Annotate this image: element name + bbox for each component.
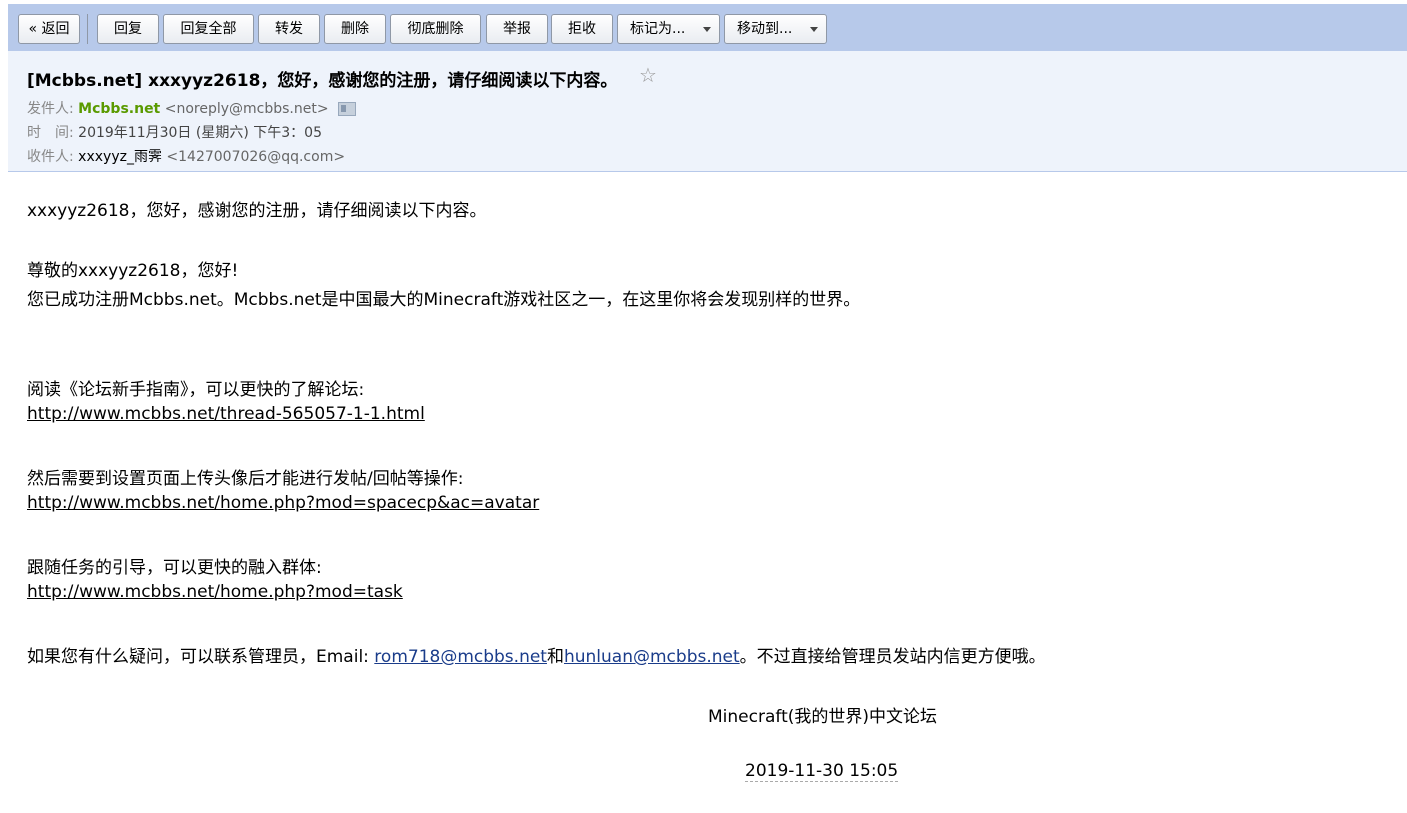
star-icon[interactable]: ☆ xyxy=(639,63,657,87)
welcome-text: 您已成功注册Mcbbs.net。Mcbbs.net是中国最大的Minecraft… xyxy=(27,290,861,310)
task-link-row: http://www.mcbbs.net/home.php?mod=task xyxy=(27,582,403,602)
chevron-down-icon xyxy=(703,27,711,32)
back-button[interactable]: « 返回 xyxy=(18,14,80,44)
signature-date: 2019-11-30 15:05 xyxy=(745,761,899,782)
from-label: 发件人: xyxy=(27,101,74,117)
reply-button[interactable]: 回复 xyxy=(97,14,159,44)
mail-toolbar: « 返回 回复 回复全部 转发 删除 彻底删除 举报 拒收 标记为... 移动到… xyxy=(8,4,1407,51)
to-label: 收件人: xyxy=(27,149,74,165)
time-row: 时 间: 2019年11月30日 (星期六) 下午3：05 xyxy=(27,122,322,142)
time-label: 时 间: xyxy=(27,125,74,141)
signature: Minecraft(我的世界)中文论坛 xyxy=(708,707,937,727)
contact-prefix: 如果您有什么疑问，可以联系管理员，Email: xyxy=(27,647,375,667)
mark-as-label: 标记为... xyxy=(630,21,686,37)
recipient-name[interactable]: xxxyyz_雨霁 xyxy=(78,149,162,165)
intro-text: xxxyyz2618，您好，感谢您的注册，请仔细阅读以下内容。 xyxy=(27,201,487,221)
avatar-link[interactable]: http://www.mcbbs.net/home.php?mod=spacec… xyxy=(27,493,539,513)
contact-and: 和 xyxy=(546,647,564,667)
report-button[interactable]: 举报 xyxy=(486,14,548,44)
recipient-address: <1427007026@qq.com> xyxy=(166,149,346,165)
delete-forever-button[interactable]: 彻底删除 xyxy=(390,14,481,44)
sender-name[interactable]: Mcbbs.net xyxy=(78,101,160,117)
contact-suffix: 。不过直接给管理员发站内信更方便哦。 xyxy=(739,647,1046,667)
time-value: 2019年11月30日 (星期六) 下午3：05 xyxy=(78,125,322,141)
delete-button[interactable]: 删除 xyxy=(324,14,386,44)
toolbar-separator xyxy=(87,14,88,44)
from-row: 发件人: Mcbbs.net <noreply@mcbbs.net> xyxy=(27,98,357,118)
chevron-down-icon xyxy=(810,27,818,32)
reject-button[interactable]: 拒收 xyxy=(551,14,613,44)
mark-as-dropdown[interactable]: 标记为... xyxy=(617,14,720,44)
task-link[interactable]: http://www.mcbbs.net/home.php?mod=task xyxy=(27,582,403,602)
to-row: 收件人: xxxyyz_雨霁 <1427007026@qq.com> xyxy=(27,146,345,166)
mail-subject: [Mcbbs.net] xxxyyz2618，您好，感谢您的注册，请仔细阅读以下… xyxy=(27,71,618,91)
move-to-label: 移动到... xyxy=(737,21,793,37)
contact-card-icon[interactable] xyxy=(338,102,357,116)
reply-all-button[interactable]: 回复全部 xyxy=(163,14,254,44)
sender-address: <noreply@mcbbs.net> xyxy=(164,101,329,117)
admin-email-link-1[interactable]: rom718@mcbbs.net xyxy=(374,647,547,667)
avatar-text: 然后需要到设置页面上传头像后才能进行发帖/回帖等操作: xyxy=(27,469,464,489)
guide-link-row: http://www.mcbbs.net/thread-565057-1-1.h… xyxy=(27,404,425,424)
contact-row: 如果您有什么疑问，可以联系管理员，Email: rom718@mcbbs.net… xyxy=(27,642,1046,667)
greeting-text: 尊敬的xxxyyz2618，您好! xyxy=(27,261,239,281)
mail-header: [Mcbbs.net] xxxyyz2618，您好，感谢您的注册，请仔细阅读以下… xyxy=(8,51,1407,172)
guide-link[interactable]: http://www.mcbbs.net/thread-565057-1-1.h… xyxy=(27,404,425,424)
avatar-link-row: http://www.mcbbs.net/home.php?mod=spacec… xyxy=(27,493,539,513)
move-to-dropdown[interactable]: 移动到... xyxy=(724,14,827,44)
signature-date-value: 2019-11-30 15:05 xyxy=(745,761,899,782)
guide-text: 阅读《论坛新手指南》，可以更快的了解论坛: xyxy=(27,380,365,400)
admin-email-link-2[interactable]: hunluan@mcbbs.net xyxy=(564,647,740,667)
forward-button[interactable]: 转发 xyxy=(258,14,320,44)
task-text: 跟随任务的引导，可以更快的融入群体: xyxy=(27,558,322,578)
